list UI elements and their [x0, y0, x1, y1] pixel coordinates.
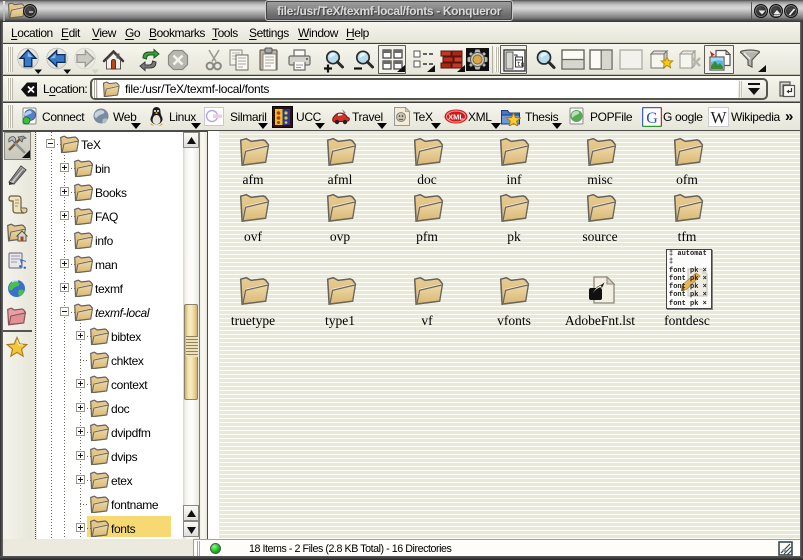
svg-text:tg: tg: [517, 61, 525, 68]
svg-text:W: W: [710, 108, 727, 127]
svg-text:G: G: [646, 110, 658, 127]
svg-text:XML: XML: [448, 113, 464, 122]
